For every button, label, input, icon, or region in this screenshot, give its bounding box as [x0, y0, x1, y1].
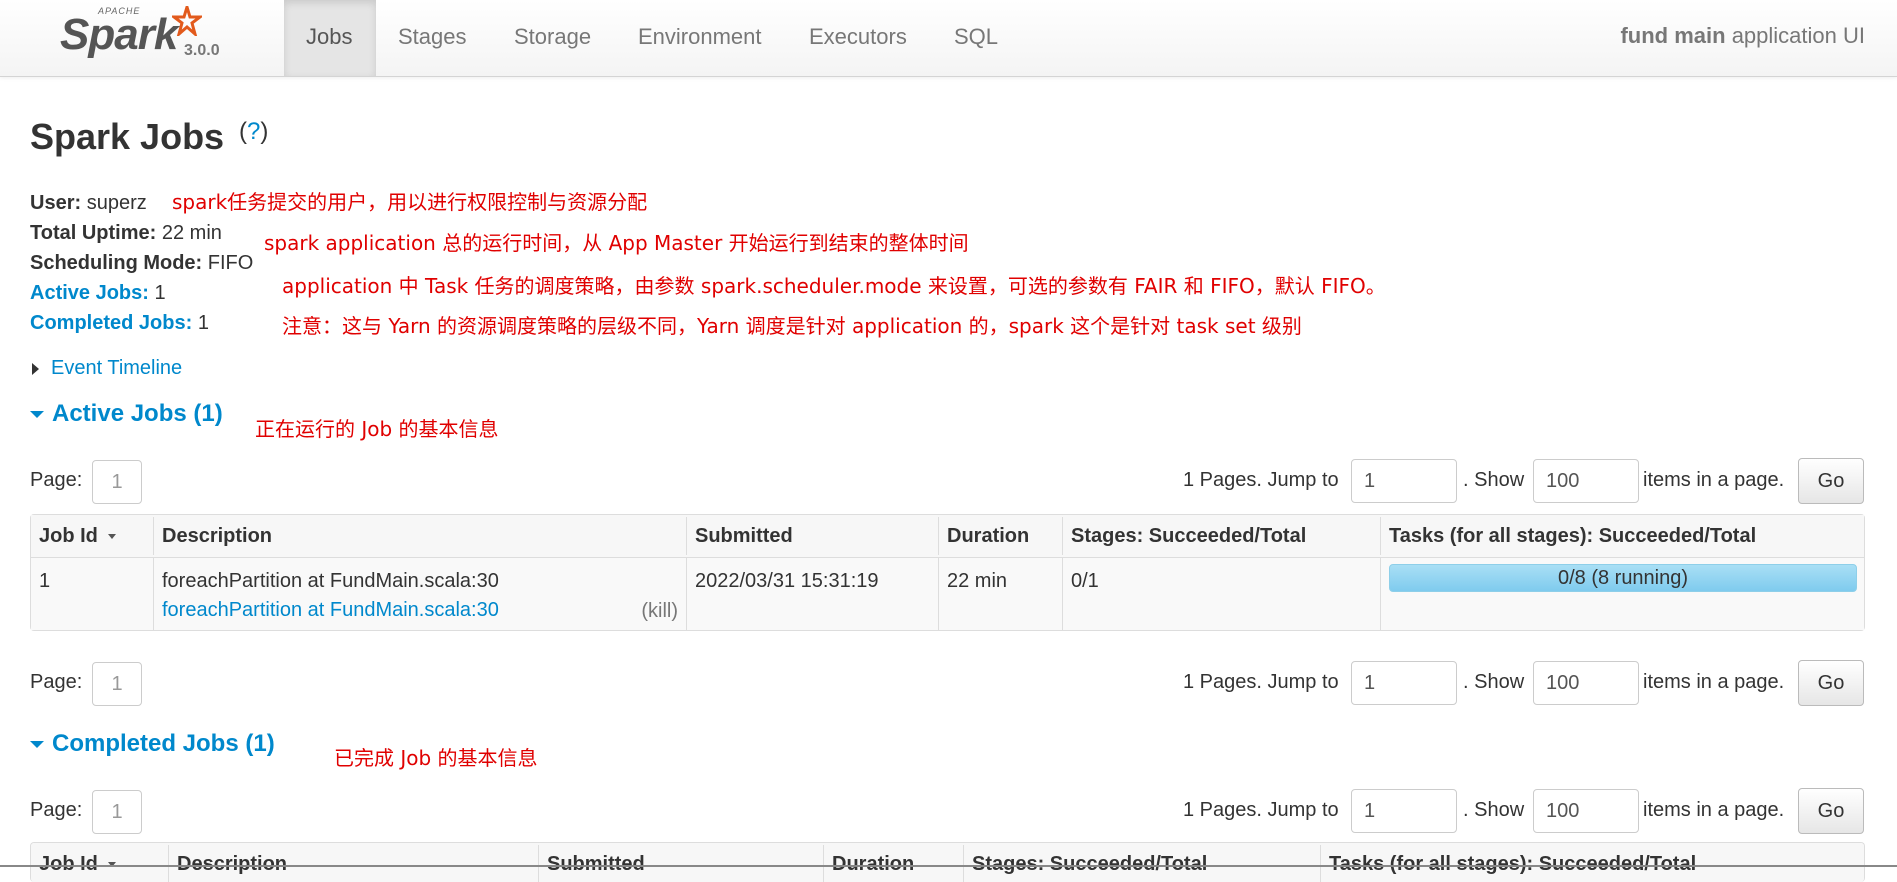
duration-cell: 22 min	[938, 558, 1062, 630]
user-row: User: superz	[30, 192, 147, 215]
items-per-page-text: items in a page.	[1643, 799, 1785, 821]
page-size-input[interactable]: 100	[1533, 661, 1639, 705]
col-duration[interactable]: Duration	[938, 517, 1062, 555]
completed-jobs-row: Completed Jobs: 1	[30, 312, 209, 335]
show-text: . Show	[1463, 469, 1525, 491]
col-job-id[interactable]: Job Id	[31, 845, 168, 882]
active-jobs-section-title[interactable]: Active Jobs (1)	[52, 400, 223, 427]
active-jobs-section-toggle[interactable]: Active Jobs (1)	[30, 400, 223, 428]
col-tasks[interactable]: Tasks (for all stages): Succeeded/Total	[1380, 517, 1864, 555]
completed-jobs-link[interactable]: Completed Jobs:	[30, 312, 192, 334]
jump-to-page-input[interactable]: 1	[1351, 459, 1457, 503]
scheduling-label: Scheduling Mode:	[30, 252, 203, 274]
col-tasks[interactable]: Tasks (for all stages): Succeeded/Total	[1320, 845, 1864, 882]
items-per-page-text: items in a page.	[1643, 671, 1785, 693]
pages-jump-text: 1 Pages. Jump to	[1183, 671, 1339, 693]
page-title: Spark Jobs	[30, 116, 225, 157]
pages-jump-text: 1 Pages. Jump to	[1183, 799, 1339, 821]
annotation-scheduling: application 中 Task 任务的调度策略，由参数 spark.sch…	[282, 274, 1386, 298]
tab-sql[interactable]: SQL	[932, 0, 1020, 76]
active-jobs-link[interactable]: Active Jobs:	[30, 282, 149, 304]
description-text: foreachPartition at FundMain.scala:30	[162, 570, 499, 592]
app-name-suffix: application UI	[1725, 23, 1865, 48]
tab-environment[interactable]: Environment	[616, 0, 784, 76]
col-description[interactable]: Description	[168, 845, 538, 882]
user-label: User:	[30, 192, 82, 214]
top-navbar: APACHE Spark 3.0.0 Jobs Stages Storage E…	[0, 0, 1897, 77]
scheduling-row: Scheduling Mode: FIFO	[30, 252, 253, 275]
help-link[interactable]: (?)	[239, 118, 268, 146]
user-value: superz	[86, 192, 147, 214]
annotation-active-jobs: 正在运行的 Job 的基本信息	[255, 417, 499, 441]
pages-jump-text: 1 Pages. Jump to	[1183, 469, 1339, 491]
logo-spark-text: Spark	[60, 10, 178, 59]
page-number-input[interactable]: 1	[92, 790, 142, 834]
page-number-input[interactable]: 1	[92, 460, 142, 504]
page-size-input[interactable]: 100	[1533, 789, 1639, 833]
expanded-arrow-icon	[30, 411, 44, 419]
go-button[interactable]: Go	[1798, 458, 1864, 504]
collapsed-arrow-icon	[32, 362, 39, 375]
annotation-completed-jobs: 已完成 Job 的基本信息	[334, 746, 538, 770]
jump-to-page-input[interactable]: 1	[1351, 789, 1457, 833]
page-label: Page:	[30, 469, 83, 491]
show-text: . Show	[1463, 671, 1525, 693]
completed-jobs-section-title[interactable]: Completed Jobs (1)	[52, 730, 275, 757]
go-button[interactable]: Go	[1798, 660, 1864, 706]
sort-desc-icon	[107, 534, 116, 540]
application-name: fund main application UI	[1620, 0, 1865, 74]
completed-jobs-section-toggle[interactable]: Completed Jobs (1)	[30, 730, 275, 758]
tab-executors[interactable]: Executors	[787, 0, 929, 76]
annotation-uptime: spark application 总的运行时间，从 App Master 开始…	[264, 231, 969, 255]
stages-cell: 0/1	[1062, 558, 1380, 630]
help-icon[interactable]: ?	[247, 118, 260, 145]
annotation-yarn-note: 注意：这与 Yarn 的资源调度策略的层级不同，Yarn 调度是针对 appli…	[282, 314, 1302, 338]
col-submitted[interactable]: Submitted	[686, 517, 938, 555]
active-jobs-table: Job Id Description Submitted Duration St…	[30, 514, 1865, 631]
col-stages[interactable]: Stages: Succeeded/Total	[1062, 517, 1380, 555]
active-jobs-row: Active Jobs: 1	[30, 282, 166, 305]
app-name-bold: fund main	[1620, 23, 1726, 48]
spark-star-icon	[172, 6, 202, 36]
go-button[interactable]: Go	[1798, 788, 1864, 834]
completed-jobs-count: 1	[197, 312, 209, 334]
spark-logo[interactable]: APACHE Spark 3.0.0	[60, 4, 230, 66]
tab-stages[interactable]: Stages	[376, 0, 489, 76]
page-label: Page:	[30, 671, 83, 693]
tasks-progress-bar: 0/8 (8 running)	[1389, 564, 1857, 592]
col-description[interactable]: Description	[153, 517, 686, 555]
spark-version: 3.0.0	[184, 42, 220, 59]
annotation-user: spark任务提交的用户，用以进行权限控制与资源分配	[172, 190, 648, 214]
description-link-row: foreachPartition at FundMain.scala:30	[162, 599, 686, 622]
tab-jobs[interactable]: Jobs	[284, 0, 376, 76]
stage-description-link[interactable]: foreachPartition at FundMain.scala:30	[162, 599, 499, 621]
uptime-value: 22 min	[161, 222, 222, 244]
completed-jobs-table: Job Id Description Submitted Duration St…	[30, 842, 1865, 882]
kill-job-link[interactable]: (kill)	[641, 600, 678, 623]
job-id-cell: 1	[39, 570, 51, 592]
col-job-id-label: Job Id	[39, 853, 98, 875]
submitted-cell: 2022/03/31 15:31:19	[686, 558, 938, 630]
jump-to-page-input[interactable]: 1	[1351, 661, 1457, 705]
page-label: Page:	[30, 799, 83, 821]
tasks-cell: 0/8 (8 running)	[1380, 558, 1864, 630]
tab-storage[interactable]: Storage	[492, 0, 613, 76]
items-per-page-text: items in a page.	[1643, 469, 1785, 491]
event-timeline-label[interactable]: Event Timeline	[51, 357, 182, 379]
col-job-id-label: Job Id	[39, 525, 98, 547]
col-duration[interactable]: Duration	[823, 845, 963, 882]
event-timeline-toggle[interactable]: Event Timeline	[32, 357, 182, 380]
uptime-row: Total Uptime: 22 min	[30, 222, 222, 245]
col-submitted[interactable]: Submitted	[538, 845, 823, 882]
col-stages[interactable]: Stages: Succeeded/Total	[963, 845, 1320, 882]
show-text: . Show	[1463, 799, 1525, 821]
page-size-input[interactable]: 100	[1533, 459, 1639, 503]
expanded-arrow-icon	[30, 741, 44, 749]
page-number-input[interactable]: 1	[92, 662, 142, 706]
description-cell: foreachPartition at FundMain.scala:30 fo…	[153, 558, 686, 630]
active-jobs-count: 1	[154, 282, 166, 304]
col-job-id[interactable]: Job Id	[31, 517, 153, 555]
uptime-label: Total Uptime:	[30, 222, 157, 244]
scheduling-value: FIFO	[207, 252, 254, 274]
